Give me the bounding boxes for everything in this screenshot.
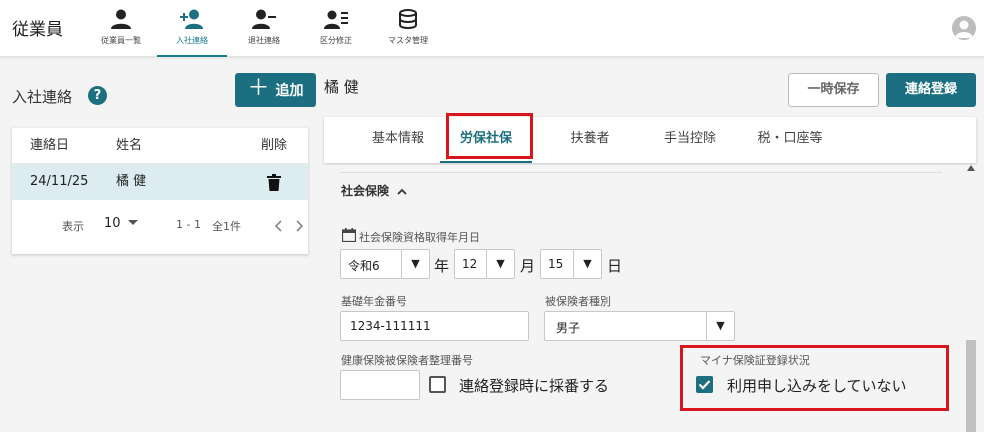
year-unit: 年 [434, 257, 450, 275]
plus-icon: ＋ [247, 76, 270, 101]
highlight-box-my-number [680, 345, 949, 411]
calendar-icon [342, 228, 356, 242]
table-row[interactable]: 24/11/25 橘 健 [12, 164, 308, 200]
nav-hire-notice[interactable]: 入社連絡 [157, 6, 227, 57]
health-insurance-number-input[interactable] [340, 370, 420, 400]
auto-number-checkbox[interactable] [429, 376, 446, 393]
trash-icon[interactable] [267, 174, 281, 191]
day-unit: 日 [607, 257, 623, 275]
chevron-right-icon[interactable] [296, 220, 304, 232]
add-button-label: 追加 [275, 83, 304, 99]
insured-type-select[interactable]: 男子 ▼ [544, 311, 735, 341]
person-remove-icon [252, 9, 276, 29]
nav-category-edit[interactable]: 区分修正 [301, 6, 371, 57]
row-name: 橘 健 [116, 174, 147, 189]
scroll-thumb[interactable] [966, 340, 976, 432]
employee-name: 橘 健 [324, 78, 359, 96]
nav-employee-list[interactable]: 従業員一覧 [86, 6, 156, 57]
auto-number-label: 連絡登録時に採番する [459, 377, 610, 395]
database-icon [399, 9, 417, 29]
month-value: 12 [462, 257, 478, 271]
month-select[interactable]: 12 ▼ [454, 249, 515, 279]
dropdown-arrow-icon: ▼ [401, 250, 429, 278]
panel-title: 入社連絡 [12, 88, 73, 106]
per-page-select[interactable]: 10 [104, 216, 121, 231]
day-select[interactable]: 15 ▼ [540, 249, 602, 279]
dropdown-arrow-icon: ▼ [706, 312, 734, 340]
era-year-value: 令和6 [348, 259, 380, 273]
page-range: 1 - 1 [176, 218, 201, 231]
insured-type-label: 被保険者種別 [545, 295, 611, 308]
acquisition-date-label: 社会保険資格取得年月日 [359, 231, 480, 244]
per-page-label: 表示 [62, 220, 84, 233]
person-list-icon [324, 10, 348, 29]
table-header: 連絡日 姓名 削除 [12, 128, 308, 164]
column-name: 姓名 [116, 138, 143, 153]
nav-label: 区分修正 [320, 36, 352, 45]
app-title: 従業員 [12, 20, 63, 40]
nav-label: マスタ管理 [388, 36, 428, 45]
era-year-select[interactable]: 令和6 ▼ [340, 249, 430, 279]
person-icon [111, 9, 131, 29]
nav-leave-notice[interactable]: 退社連絡 [229, 6, 299, 57]
section-title-text: 社会保険 [341, 184, 390, 198]
chevron-down-icon[interactable] [128, 220, 138, 225]
total-count: 全1件 [212, 220, 241, 233]
column-date: 連絡日 [30, 138, 70, 153]
tab-allowances-deductions[interactable]: 手当控除 [646, 117, 734, 163]
highlight-box-tab [446, 113, 533, 159]
health-insurance-number-label: 健康保険被保険者整理番号 [341, 354, 473, 367]
nav-label: 入社連絡 [176, 36, 208, 45]
dropdown-arrow-icon: ▼ [573, 250, 601, 278]
hire-notice-list: 連絡日 姓名 削除 24/11/25 橘 健 表示 10 1 - 1 全1件 [12, 128, 308, 254]
month-unit: 月 [520, 257, 536, 275]
nav-label: 従業員一覧 [101, 36, 141, 45]
row-date: 24/11/25 [30, 174, 89, 189]
pension-number-input[interactable]: 1234-111111 [340, 311, 529, 341]
section-divider [340, 172, 942, 173]
section-title[interactable]: 社会保険 [341, 182, 407, 199]
tab-bar: 基本情報 労保社保 扶養者 手当控除 税・口座等 [324, 117, 976, 163]
chevron-up-icon[interactable] [397, 188, 407, 195]
vertical-scrollbar[interactable] [964, 165, 978, 432]
pension-number-label: 基礎年金番号 [341, 295, 407, 308]
temp-save-button[interactable]: 一時保存 [788, 73, 879, 107]
person-add-icon [180, 9, 203, 29]
register-button[interactable]: 連絡登録 [886, 73, 976, 107]
insured-type-value: 男子 [556, 321, 581, 335]
tab-dependents[interactable]: 扶養者 [548, 117, 632, 163]
help-icon[interactable]: ? [88, 86, 107, 105]
column-delete: 削除 [261, 138, 288, 153]
tab-tax-account[interactable]: 税・口座等 [742, 117, 838, 163]
dropdown-arrow-icon: ▼ [486, 250, 514, 278]
pagination: 表示 10 1 - 1 全1件 [12, 214, 308, 238]
top-bar: 従業員 従業員一覧 入社連絡 退社連絡 区分修正 マスタ管理 [0, 0, 984, 57]
scroll-up-arrow-icon[interactable] [967, 165, 975, 171]
user-avatar-icon[interactable] [952, 16, 976, 40]
add-button[interactable]: ＋ 追加 [235, 73, 316, 107]
tab-basic-info[interactable]: 基本情報 [346, 117, 450, 163]
nav-label: 退社連絡 [248, 36, 280, 45]
nav-master-management[interactable]: マスタ管理 [373, 6, 443, 57]
chevron-left-icon[interactable] [274, 220, 282, 232]
day-value: 15 [548, 257, 564, 271]
